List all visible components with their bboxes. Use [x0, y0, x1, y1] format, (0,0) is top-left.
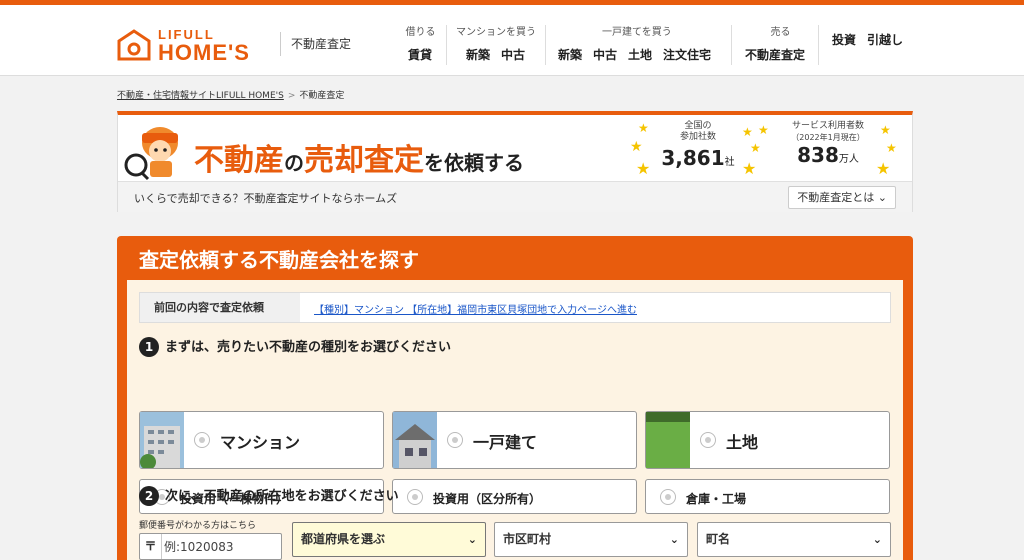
nav-link-custom-house[interactable]: 注文住宅	[663, 46, 711, 63]
zip-field: 〒	[139, 533, 282, 560]
mascot-magnifier-icon	[124, 127, 178, 181]
previous-request-link[interactable]: 【種別】マンション 【所在地】福岡市東区貝塚団地で入力ページへ進む	[314, 301, 637, 316]
previous-request: 前回の内容で査定依頼 【種別】マンション 【所在地】福岡市東区貝塚団地で入力ペー…	[139, 292, 891, 323]
step-number: 2	[139, 486, 159, 506]
nav-divider	[818, 25, 819, 65]
star-icon: ★	[758, 123, 769, 137]
star-icon: ★	[742, 159, 757, 178]
nav-link-mansion-new[interactable]: 新築	[466, 46, 490, 63]
type-label: マンション	[220, 433, 301, 452]
type-option-warehouse[interactable]: 倉庫・工場	[645, 479, 890, 514]
nav-group-title: 売る	[770, 27, 791, 38]
star-icon: ★	[750, 141, 761, 155]
banner-title-part: の	[284, 151, 304, 175]
house-photo	[393, 412, 437, 468]
type-label: 投資用（区分所有）	[433, 492, 542, 506]
stat-label: 全国の	[684, 121, 712, 131]
banner-title-part: 売却査定	[304, 143, 424, 178]
stat-label: 参加社数	[679, 132, 716, 142]
town-select[interactable]: 町名 ⌄	[697, 522, 891, 557]
hero-banner: 不動産の売却査定を依頼する ★ ★ ★ 全国の 参加社数 3,861社 ★ ★ …	[117, 111, 913, 212]
site-header: LIFULL HOME'S 不動産査定 借りる 賃貸 マンションを買う 新築 中…	[0, 5, 1024, 76]
radio-button[interactable]	[700, 432, 716, 448]
nav-link-house-new[interactable]: 新築	[558, 46, 582, 63]
land-photo	[646, 412, 690, 468]
chevron-down-icon: ⌄	[872, 533, 882, 546]
banner-footer: いくらで売却できる？不動産査定サイトならホームズ 不動産査定とは ⌄	[118, 181, 912, 212]
stat-value: 3,861社	[661, 146, 735, 170]
mansion-photo	[140, 412, 184, 468]
breadcrumb-separator: >	[287, 91, 296, 101]
nav-group-other: 投資 引越し	[832, 23, 914, 48]
step-1-heading: 1 まずは、売りたい不動産の種別をお選びください	[139, 336, 451, 357]
nav-group-house: 一戸建てを買う 新築 中古 土地 注文住宅	[558, 23, 722, 63]
nav-link-house-used[interactable]: 中古	[593, 46, 617, 63]
star-icon: ★	[638, 121, 649, 135]
nav-link-moving[interactable]: 引越し	[867, 31, 903, 48]
zip-input[interactable]	[164, 537, 279, 556]
nav-divider	[446, 25, 447, 65]
nav-group-sell: 売る 不動産査定	[745, 23, 816, 63]
stat-value: 838万人	[797, 143, 859, 167]
breadcrumb-current: 不動産査定	[299, 91, 345, 101]
nav-link-appraisal[interactable]: 不動産査定	[745, 46, 805, 63]
prefecture-select[interactable]: 都道府県を選ぶ ⌄	[292, 522, 486, 557]
nav-group-mansion: マンションを買う 新築 中古	[456, 23, 536, 63]
type-label: 倉庫・工場	[686, 492, 747, 506]
site-section-label: 不動産査定	[280, 32, 351, 56]
logo-text-bottom: HOME'S	[158, 40, 250, 65]
star-icon: ★	[886, 141, 897, 155]
stat-label: サービス利用者数	[791, 121, 864, 131]
city-select[interactable]: 市区町村 ⌄	[494, 522, 688, 557]
nav-group-rent: 借りる 賃貸	[398, 23, 443, 63]
panel-title: 査定依頼する不動産会社を探す	[139, 248, 419, 272]
postal-mark-icon: 〒	[140, 534, 162, 559]
nav-divider	[731, 25, 732, 65]
nav-divider	[545, 25, 546, 65]
radio-button[interactable]	[447, 432, 463, 448]
star-icon: ★	[636, 159, 651, 178]
radio-button[interactable]	[194, 432, 210, 448]
banner-title: 不動産の売却査定を依頼する	[194, 135, 524, 179]
about-appraisal-dropdown[interactable]: 不動産査定とは ⌄	[788, 186, 896, 209]
breadcrumb: 不動産・住宅情報サイトLIFULL HOME'S > 不動産査定	[117, 88, 344, 101]
nav-link-rent[interactable]: 賃貸	[408, 46, 432, 63]
type-option-land[interactable]: 土地	[645, 411, 890, 469]
nav-group-title: 借りる	[405, 27, 436, 38]
house-logo-icon	[117, 29, 151, 61]
stat-companies: 全国の 参加社数 3,861社	[658, 121, 738, 170]
chevron-down-icon: ⌄	[669, 533, 679, 546]
type-option-house[interactable]: 一戸建て	[392, 411, 637, 469]
nav-link-invest[interactable]: 投資	[832, 31, 856, 48]
previous-request-label: 前回の内容で査定依頼	[140, 293, 300, 322]
radio-button[interactable]	[660, 489, 676, 505]
banner-footer-text: いくらで売却できる？不動産査定サイトならホームズ	[134, 192, 398, 205]
site-logo[interactable]: LIFULL HOME'S	[116, 27, 266, 67]
radio-button[interactable]	[407, 489, 423, 505]
chevron-down-icon: ⌄	[467, 533, 477, 546]
step-number: 1	[139, 337, 159, 357]
search-panel: 査定依頼する不動産会社を探す 前回の内容で査定依頼 【種別】マンション 【所在地…	[117, 236, 913, 560]
nav-link-mansion-used[interactable]: 中古	[501, 46, 525, 63]
banner-title-part: を依頼する	[424, 151, 524, 175]
nav-group-title: マンションを買う	[456, 27, 537, 38]
star-icon: ★	[876, 159, 891, 178]
type-label: 一戸建て	[473, 433, 538, 452]
star-icon: ★	[630, 139, 643, 155]
search-form: 前回の内容で査定依頼 【種別】マンション 【所在地】福岡市東区貝塚団地で入力ペー…	[127, 280, 903, 560]
nav-link-land[interactable]: 土地	[628, 46, 652, 63]
banner-title-part: 不動産	[194, 143, 284, 178]
zip-label: 郵便番号がわかる方はこちら	[139, 521, 257, 531]
star-icon: ★	[880, 123, 891, 137]
type-label: 土地	[726, 433, 759, 452]
stat-users: サービス利用者数 （2022年1月現在） 838万人	[778, 121, 878, 167]
stat-label: （2022年1月現在）	[791, 133, 865, 142]
star-icon: ★	[742, 125, 753, 139]
type-option-mansion[interactable]: マンション	[139, 411, 384, 469]
breadcrumb-home-link[interactable]: 不動産・住宅情報サイトLIFULL HOME'S	[117, 91, 284, 101]
type-option-investment-unit[interactable]: 投資用（区分所有）	[392, 479, 637, 514]
chevron-down-icon: ⌄	[877, 191, 887, 204]
step-2-heading: 2 次に、不動産の所在地をお選びください	[139, 485, 399, 506]
nav-group-title: 一戸建てを買う	[602, 27, 672, 38]
